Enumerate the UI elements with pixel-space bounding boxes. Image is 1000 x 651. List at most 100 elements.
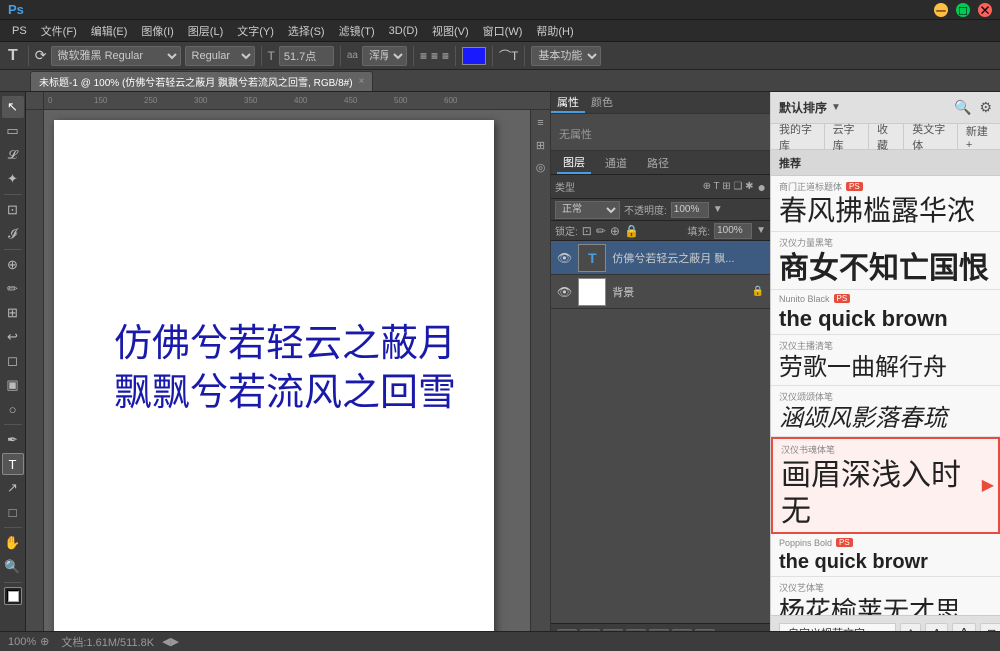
menu-ps[interactable]: PS [6,23,33,39]
move-tool[interactable]: ↖ [2,96,24,118]
english-fonts-section[interactable]: 英文字体 [904,124,958,149]
align-right-icon[interactable]: ≡ [442,49,449,63]
sort-dropdown-icon[interactable]: ▼ [831,102,841,113]
lock-all-icon[interactable]: 🔒 [624,224,639,238]
pen-tool[interactable]: ✒ [2,429,24,451]
crop-tool[interactable]: ⊡ [2,199,24,221]
new-section[interactable]: 新建 + [958,124,1000,149]
foreground-color[interactable] [4,587,22,605]
layers-tab[interactable]: 图层 [557,152,591,174]
dodge-tool[interactable]: ○ [2,398,24,420]
panel-toggle-3[interactable]: ◎ [532,158,550,176]
font-size-input[interactable] [279,46,334,66]
menu-3d[interactable]: 3D(D) [383,23,424,39]
shape-tool[interactable]: □ [2,501,24,523]
font-entry-7[interactable]: 汉仪艺体笔 杨花榆荚无才思 [771,577,1000,615]
layer-eye-icon-1[interactable]: 👁 [557,251,572,265]
document-tab[interactable]: 未标题-1 @ 100% (仿佛兮若轻云之蔽月 飘飘兮若流风之回雪, RGB/8… [30,71,373,91]
font-preview-6: the quick browr [779,550,992,574]
maximize-button[interactable]: □ [956,3,970,17]
font-preview-5: 画眉深浅入时无 [781,458,990,530]
color-swatch[interactable] [462,47,486,65]
font-style-select[interactable]: Regular [185,46,255,66]
navigate-right[interactable]: ▶ [171,635,179,648]
menu-edit[interactable]: 编辑(E) [85,21,134,41]
recommend-section-header[interactable]: 推荐 [771,150,1000,176]
menu-file[interactable]: 文件(F) [35,21,83,41]
eyedropper-tool[interactable]: 𝓘 [2,223,24,245]
channels-tab[interactable]: 通道 [599,153,633,173]
lock-position-icon[interactable]: ⊕ [610,224,620,238]
path-select-tool[interactable]: ↗ [2,477,24,499]
toolbar-divider-1 [28,46,29,66]
opacity-input[interactable] [671,202,709,218]
layer-item-text[interactable]: 👁 T 仿佛兮若轻云之蔽月 飘... [551,241,770,275]
font-entry-5[interactable]: 汉仪书魂体笔 画眉深浅入时无 ▶ [771,437,1000,534]
align-center-icon[interactable]: ≡ [431,49,438,63]
toolbar-divider-5 [455,46,456,66]
font-meta-0: 商门正道标题体 PS [779,180,992,193]
quick-select-tool[interactable]: ✦ [2,168,24,190]
color-tab[interactable]: 颜色 [585,92,619,113]
tab-close-button[interactable]: × [359,76,365,87]
properties-tab[interactable]: 属性 [551,92,585,113]
filter-toggle[interactable]: ● [758,179,766,195]
zoom-tool[interactable]: 🔍 [2,556,24,578]
layer-list: 👁 T 仿佛兮若轻云之蔽月 飘... 👁 背景 🔒 [551,241,770,623]
menu-layer[interactable]: 图层(L) [182,21,229,41]
blend-mode-label: 类型 [555,179,575,194]
selection-tool[interactable]: ▭ [2,120,24,142]
menu-window[interactable]: 窗口(W) [477,21,529,41]
menu-filter[interactable]: 滤镜(T) [333,21,381,41]
align-left-icon[interactable]: ≡ [420,49,427,63]
font-filter-icon[interactable]: ⚙ [979,99,992,116]
layer-eye-icon-2[interactable]: 👁 [557,285,572,299]
paths-tab[interactable]: 路径 [641,153,675,173]
brush-tool[interactable]: ✏ [2,278,24,300]
lasso-tool[interactable]: 𝓛 [2,144,24,166]
panel-toggle-1[interactable]: ≡ [532,114,550,132]
lock-image-icon[interactable]: ✏ [596,224,606,238]
aa-mode-select[interactable]: 浑厚 [362,46,407,66]
spot-heal-tool[interactable]: ⊕ [2,254,24,276]
eraser-tool[interactable]: ◻ [2,350,24,372]
cloud-library-section[interactable]: 云字库 [825,124,869,149]
gradient-tool[interactable]: ▣ [2,374,24,396]
navigate-left[interactable]: ◀ [162,635,170,648]
panel-toggle-2[interactable]: ⊞ [532,136,550,154]
font-entry-1[interactable]: 汉仪力量黑笔 商女不知亡国恨 [771,232,1000,290]
type-tool[interactable]: T [2,453,24,475]
font-preview-0: 春风拂槛露华浓 [779,195,992,229]
fill-input[interactable] [714,223,752,239]
zoom-icon: ⊕ [40,635,49,648]
font-family-select[interactable]: 微软雅黑 Regular [51,46,181,66]
menu-help[interactable]: 帮助(H) [530,21,579,41]
tool-orient-icon[interactable]: ⟳ [35,47,47,64]
font-meta-7: 汉仪艺体笔 [779,581,992,594]
font-entry-3[interactable]: 汉仪主播清笔 劳歌一曲解行舟 [771,335,1000,386]
font-meta-1: 汉仪力量黑笔 [779,236,992,249]
workspace-select[interactable]: 基本功能 [531,46,601,66]
canvas-document[interactable]: 仿佛兮若轻云之蔽月 飘飘兮若流风之回雪 [54,120,494,650]
menu-image[interactable]: 图像(I) [135,21,179,41]
history-brush-tool[interactable]: ↩ [2,326,24,348]
font-entry-6[interactable]: Poppins Bold PS the quick browr [771,534,1000,577]
warp-text-icon[interactable]: ⌒T [499,47,518,64]
menu-view[interactable]: 视图(V) [426,21,475,41]
collections-section[interactable]: 收藏 [869,124,904,149]
hand-tool[interactable]: ✋ [2,532,24,554]
blend-mode-select[interactable]: 正常 [555,201,620,219]
lock-transparent-icon[interactable]: ⊡ [582,224,592,238]
font-entry-0[interactable]: 商门正道标题体 PS 春风拂槛露华浓 [771,176,1000,232]
my-library-section[interactable]: 我的字库 [771,124,825,149]
clone-tool[interactable]: ⊞ [2,302,24,324]
close-button[interactable]: ✕ [978,3,992,17]
layer-item-bg[interactable]: 👁 背景 🔒 [551,275,770,309]
font-preview-3: 劳歌一曲解行舟 [779,354,992,383]
font-entry-2[interactable]: Nunito Black PS the quick brown [771,290,1000,335]
menu-text[interactable]: 文字(Y) [231,21,280,41]
menu-select[interactable]: 选择(S) [282,21,331,41]
font-search-icon[interactable]: 🔍 [954,99,971,116]
minimize-button[interactable]: ─ [934,3,948,17]
font-entry-4[interactable]: 汉仪颂颂体笔 涵颂风影落春琉 [771,386,1000,437]
